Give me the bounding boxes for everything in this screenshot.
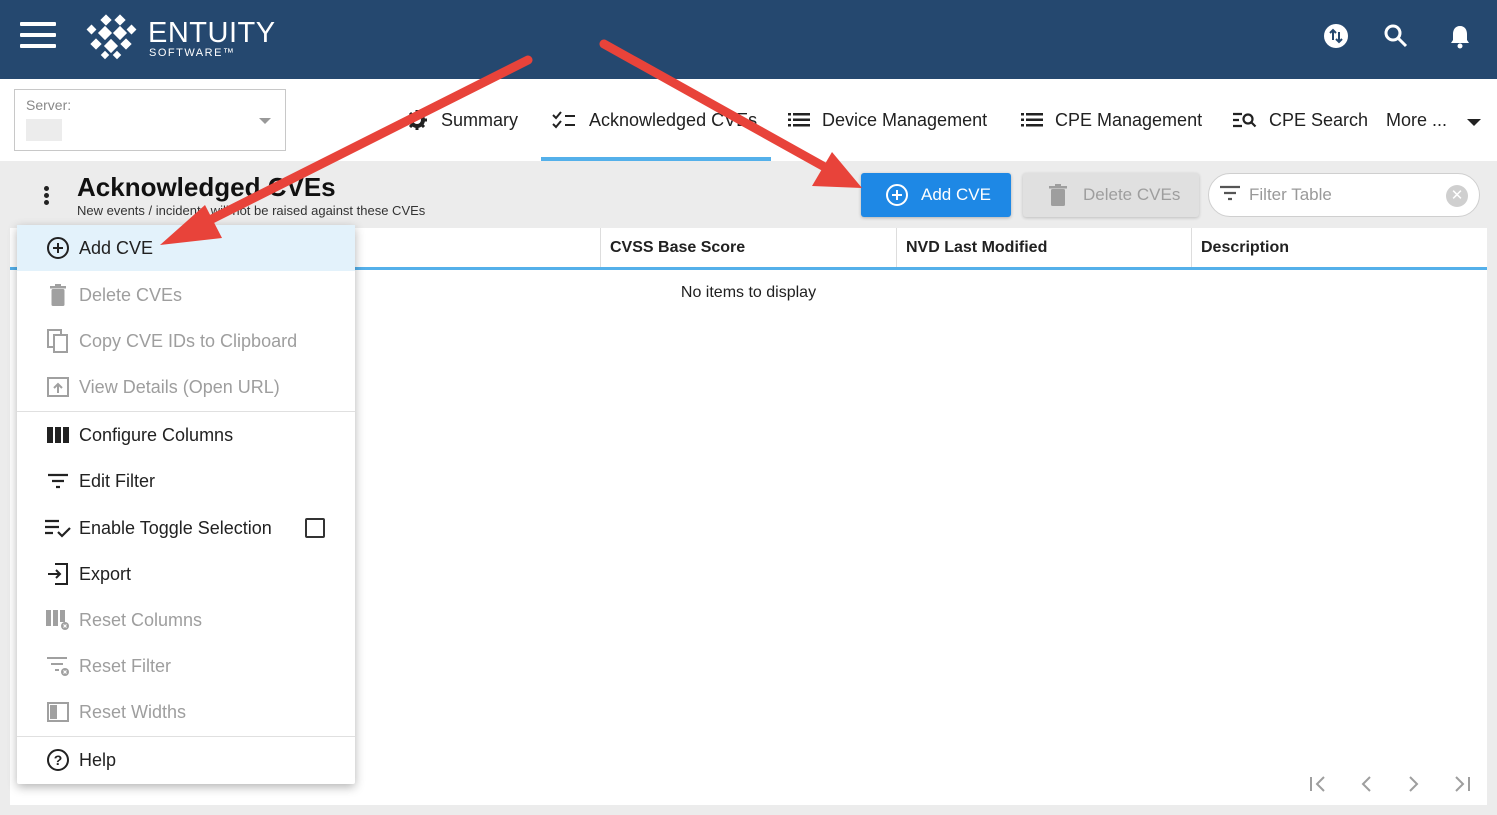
server-label: Server:	[26, 97, 72, 113]
reset-columns-icon	[45, 607, 71, 633]
help-circle-icon: ?	[45, 747, 71, 773]
clear-filter-icon[interactable]: ✕	[1446, 185, 1468, 207]
server-select[interactable]: Server:	[14, 89, 286, 151]
gear-icon	[405, 108, 429, 132]
kebab-menu-icon[interactable]	[44, 186, 50, 205]
server-value	[26, 119, 62, 141]
menu-item-label: Export	[79, 563, 132, 584]
app-top-bar: ENTUITY SOFTWARE™	[0, 0, 1497, 79]
trash-icon	[1049, 184, 1067, 206]
sync-icon[interactable]	[1322, 22, 1350, 50]
tab-acknowledged-cves[interactable]: Acknowledged CVEs	[540, 79, 772, 161]
caret-down-icon	[1467, 118, 1482, 126]
menu-item-reset-filter[interactable]: Reset Filter	[17, 643, 355, 689]
pagination	[1307, 773, 1473, 795]
context-menu: Add CVE Delete CVEs Copy CVE IDs to Clip…	[17, 225, 355, 784]
menu-item-copy-cve-ids[interactable]: Copy CVE IDs to Clipboard	[17, 318, 355, 364]
tab-more[interactable]: More ...	[1386, 79, 1482, 161]
logo-text: ENTUITY	[148, 17, 276, 49]
page-title: Acknowledged CVEs	[77, 172, 336, 202]
hamburger-menu-icon[interactable]	[20, 22, 56, 50]
delete-cves-button[interactable]: Delete CVEs	[1023, 173, 1199, 217]
add-cve-label: Add CVE	[921, 185, 991, 204]
last-page-icon[interactable]	[1451, 773, 1473, 795]
menu-item-export[interactable]: Export	[17, 551, 355, 597]
tab-label: Summary	[441, 109, 519, 130]
logo-subtext: SOFTWARE™	[149, 47, 236, 59]
open-in-browser-icon	[45, 374, 71, 400]
tab-label: Device Management	[822, 109, 988, 130]
column-header-nvd-last-modified[interactable]: NVD Last Modified	[896, 228, 1192, 267]
menu-item-reset-columns[interactable]: Reset Columns	[17, 597, 355, 643]
trash-icon	[45, 282, 71, 308]
add-circle-icon	[45, 235, 71, 261]
menu-item-reset-widths[interactable]: Reset Widths	[17, 689, 355, 735]
chevron-down-icon[interactable]	[259, 118, 271, 124]
menu-item-label: Copy CVE IDs to Clipboard	[79, 330, 298, 351]
menu-item-add-cve[interactable]: Add CVE	[17, 225, 355, 271]
prev-page-icon[interactable]	[1355, 773, 1377, 795]
list-icon	[1021, 112, 1043, 128]
add-cve-button[interactable]: Add CVE	[861, 173, 1011, 217]
list-icon	[788, 112, 810, 128]
tab-cpe-search[interactable]: CPE Search	[1233, 79, 1368, 161]
tab-label: CPE Management	[1055, 109, 1203, 130]
next-page-icon[interactable]	[1403, 773, 1425, 795]
filter-table-input[interactable]	[1249, 185, 1439, 205]
menu-item-label: Reset Columns	[79, 609, 203, 630]
tab-device-management[interactable]: Device Management	[788, 79, 987, 161]
list-search-icon	[1233, 111, 1257, 129]
column-header-cvss-base-score[interactable]: CVSS Base Score	[600, 228, 896, 267]
menu-item-label: Configure Columns	[79, 424, 234, 445]
page-subtitle: New events / incidents will not be raise…	[77, 203, 426, 218]
menu-item-label: Reset Widths	[79, 701, 187, 722]
menu-item-label: Enable Toggle Selection	[79, 517, 272, 538]
menu-item-delete-cves[interactable]: Delete CVEs	[17, 272, 355, 318]
filter-icon	[1219, 185, 1241, 206]
reset-filter-icon	[45, 653, 71, 679]
toggle-selection-checkbox[interactable]	[305, 518, 325, 538]
tab-label: More ...	[1386, 109, 1448, 130]
tab-label: CPE Search	[1269, 109, 1369, 130]
svg-text:?: ?	[54, 752, 63, 768]
logo-mark-icon	[86, 14, 137, 60]
filter-table-field[interactable]: ✕	[1208, 173, 1480, 217]
search-icon[interactable]	[1382, 22, 1410, 50]
playlist-check-icon	[45, 515, 71, 541]
tab-summary[interactable]: Summary	[405, 79, 518, 161]
columns-icon	[45, 422, 71, 448]
menu-item-edit-filter[interactable]: Edit Filter	[17, 458, 355, 504]
tab-label: Acknowledged CVEs	[589, 109, 758, 130]
column-header-description[interactable]: Description	[1191, 228, 1487, 267]
checklist-icon	[551, 110, 577, 130]
first-page-icon[interactable]	[1307, 773, 1329, 795]
copy-icon	[45, 328, 71, 354]
add-circle-icon	[885, 183, 909, 207]
menu-item-label: Add CVE	[79, 237, 154, 258]
menu-item-configure-columns[interactable]: Configure Columns	[17, 412, 355, 458]
delete-cves-label: Delete CVEs	[1083, 185, 1181, 204]
menu-item-label: Reset Filter	[79, 655, 172, 676]
reset-widths-icon	[45, 699, 71, 725]
entuity-logo[interactable]: ENTUITY SOFTWARE™	[82, 14, 282, 64]
menu-item-label: View Details (Open URL)	[79, 376, 280, 397]
menu-item-help[interactable]: ? Help	[17, 737, 355, 783]
menu-item-view-details[interactable]: View Details (Open URL)	[17, 364, 355, 410]
tab-cpe-management[interactable]: CPE Management	[1021, 79, 1202, 161]
menu-item-label: Help	[79, 749, 117, 770]
menu-item-label: Delete CVEs	[79, 284, 183, 305]
filter-icon	[45, 468, 71, 494]
export-icon	[45, 561, 71, 587]
menu-item-enable-toggle-selection[interactable]: Enable Toggle Selection	[17, 505, 355, 551]
menu-item-label: Edit Filter	[79, 470, 156, 491]
bell-icon[interactable]	[1446, 22, 1474, 50]
